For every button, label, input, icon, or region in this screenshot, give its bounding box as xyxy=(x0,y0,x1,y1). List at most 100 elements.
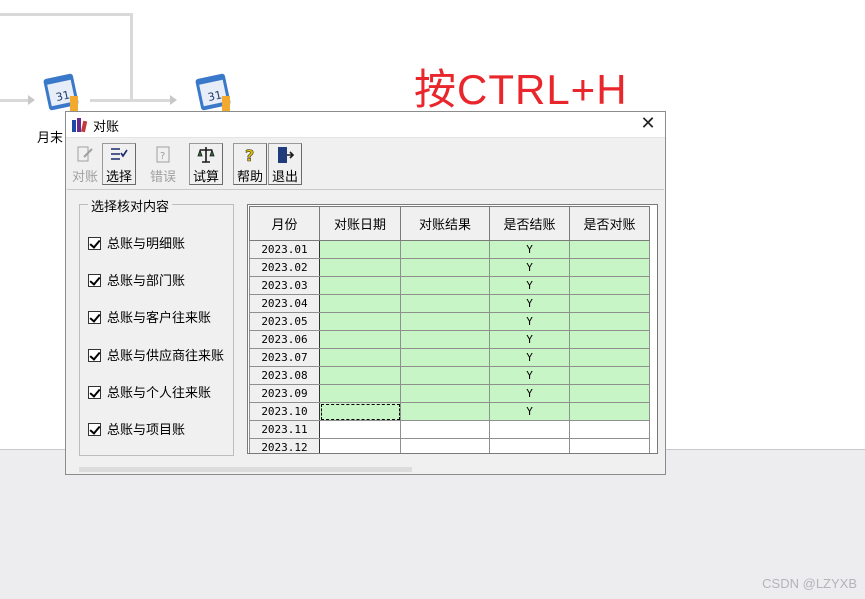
check-ledger-supplier[interactable]: 总账与供应商往来账 xyxy=(88,345,224,364)
cell-month[interactable]: 2023.09 xyxy=(249,384,320,403)
cell-closed[interactable]: Y xyxy=(489,258,570,277)
select-button[interactable]: 选择 xyxy=(102,143,136,185)
cell-closed[interactable]: Y xyxy=(489,330,570,349)
cell-result[interactable] xyxy=(400,438,490,453)
horizontal-scrollbar[interactable] xyxy=(79,467,412,472)
cell-date[interactable] xyxy=(319,366,401,385)
checkbox[interactable] xyxy=(88,423,101,436)
check-ledger-personal[interactable]: 总账与个人往来账 xyxy=(88,382,211,401)
cell-result[interactable] xyxy=(400,258,490,277)
table-row[interactable]: 2023.12 xyxy=(249,438,650,453)
table-row[interactable]: 2023.02 Y xyxy=(249,258,650,277)
cell-closed[interactable]: Y xyxy=(489,366,570,385)
table-row[interactable]: 2023.06 Y xyxy=(249,330,650,349)
cell-reconciled[interactable] xyxy=(569,438,650,453)
cell-date[interactable] xyxy=(319,348,401,367)
calendar-icon[interactable]: 31 xyxy=(192,68,234,116)
help-button[interactable]: ? 帮助 xyxy=(233,143,267,185)
cell-reconciled[interactable] xyxy=(569,366,650,385)
cell-reconciled[interactable] xyxy=(569,384,650,403)
close-button[interactable]: ✕ xyxy=(637,113,659,135)
cell-reconciled[interactable] xyxy=(569,312,650,331)
trial-balance-button[interactable]: 试算 xyxy=(189,143,223,185)
cell-date[interactable] xyxy=(319,402,401,421)
cell-reconciled[interactable] xyxy=(569,276,650,295)
cell-result[interactable] xyxy=(400,330,490,349)
cell-date[interactable] xyxy=(319,294,401,313)
cell-date[interactable] xyxy=(319,276,401,295)
cell-month[interactable]: 2023.01 xyxy=(249,240,320,259)
cell-date[interactable] xyxy=(319,438,401,453)
cell-reconciled[interactable] xyxy=(569,348,650,367)
checkbox[interactable] xyxy=(88,311,101,324)
check-ledger-detail[interactable]: 总账与明细账 xyxy=(88,233,185,252)
cell-date[interactable] xyxy=(319,240,401,259)
checkbox[interactable] xyxy=(88,386,101,399)
table-row[interactable]: 2023.05 Y xyxy=(249,312,650,331)
col-header-reconciled[interactable]: 是否对账 xyxy=(569,206,650,241)
cell-closed[interactable]: Y xyxy=(489,312,570,331)
cell-closed[interactable]: Y xyxy=(489,240,570,259)
table-row[interactable]: 2023.03 Y xyxy=(249,276,650,295)
table-row[interactable]: 2023.04 Y xyxy=(249,294,650,313)
cell-result[interactable] xyxy=(400,366,490,385)
cell-date[interactable] xyxy=(319,312,401,331)
reconcile-grid[interactable]: 月份 对账日期 对账结果 是否结账 是否对账 2023.01 Y 2023.02 Y 2… xyxy=(247,204,658,454)
table-row[interactable]: 2023.07 Y xyxy=(249,348,650,367)
reconcile-button[interactable]: 对账 xyxy=(68,143,102,185)
cell-month[interactable]: 2023.04 xyxy=(249,294,320,313)
error-button[interactable]: ? 错误 xyxy=(146,143,180,185)
cell-closed[interactable] xyxy=(489,420,570,439)
cell-month[interactable]: 2023.10 xyxy=(249,402,320,421)
cell-result[interactable] xyxy=(400,240,490,259)
check-ledger-project[interactable]: 总账与项目账 xyxy=(88,419,185,438)
table-row[interactable]: 2023.01 Y xyxy=(249,240,650,259)
cell-closed[interactable] xyxy=(489,438,570,453)
calendar-icon[interactable]: 31 xyxy=(40,68,82,116)
cell-closed[interactable]: Y xyxy=(489,276,570,295)
cell-result[interactable] xyxy=(400,420,490,439)
cell-date[interactable] xyxy=(319,384,401,403)
cell-reconciled[interactable] xyxy=(569,330,650,349)
cell-closed[interactable]: Y xyxy=(489,402,570,421)
cell-month[interactable]: 2023.02 xyxy=(249,258,320,277)
cell-date[interactable] xyxy=(319,420,401,439)
cell-month[interactable]: 2023.03 xyxy=(249,276,320,295)
cell-result[interactable] xyxy=(400,384,490,403)
col-header-result[interactable]: 对账结果 xyxy=(400,206,490,241)
cell-month[interactable]: 2023.11 xyxy=(249,420,320,439)
col-header-month[interactable]: 月份 xyxy=(249,206,320,241)
table-row[interactable]: 2023.09 Y xyxy=(249,384,650,403)
cell-date[interactable] xyxy=(319,258,401,277)
cell-result[interactable] xyxy=(400,348,490,367)
cell-closed[interactable]: Y xyxy=(489,384,570,403)
cell-reconciled[interactable] xyxy=(569,402,650,421)
cell-month[interactable]: 2023.08 xyxy=(249,366,320,385)
cell-closed[interactable]: Y xyxy=(489,294,570,313)
cell-result[interactable] xyxy=(400,294,490,313)
cell-reconciled[interactable] xyxy=(569,294,650,313)
checkbox[interactable] xyxy=(88,237,101,250)
table-row[interactable]: 2023.08 Y xyxy=(249,366,650,385)
cell-month[interactable]: 2023.05 xyxy=(249,312,320,331)
cell-reconciled[interactable] xyxy=(569,258,650,277)
checkbox[interactable] xyxy=(88,274,101,287)
check-ledger-customer[interactable]: 总账与客户往来账 xyxy=(88,307,211,326)
cell-month[interactable]: 2023.07 xyxy=(249,348,320,367)
col-header-date[interactable]: 对账日期 xyxy=(319,206,401,241)
dialog-titlebar[interactable]: 对账 ✕ xyxy=(66,112,665,138)
cell-result[interactable] xyxy=(400,276,490,295)
cell-reconciled[interactable] xyxy=(569,420,650,439)
cell-month[interactable]: 2023.06 xyxy=(249,330,320,349)
cell-reconciled[interactable] xyxy=(569,240,650,259)
check-ledger-department[interactable]: 总账与部门账 xyxy=(88,270,185,289)
exit-button[interactable]: 退出 xyxy=(268,143,302,185)
cell-closed[interactable]: Y xyxy=(489,348,570,367)
cell-date[interactable] xyxy=(319,330,401,349)
table-row[interactable]: 2023.11 xyxy=(249,420,650,439)
cell-result[interactable] xyxy=(400,402,490,421)
cell-month[interactable]: 2023.12 xyxy=(249,438,320,453)
col-header-closed[interactable]: 是否结账 xyxy=(489,206,570,241)
cell-result[interactable] xyxy=(400,312,490,331)
table-row[interactable]: 2023.10 Y xyxy=(249,402,650,421)
